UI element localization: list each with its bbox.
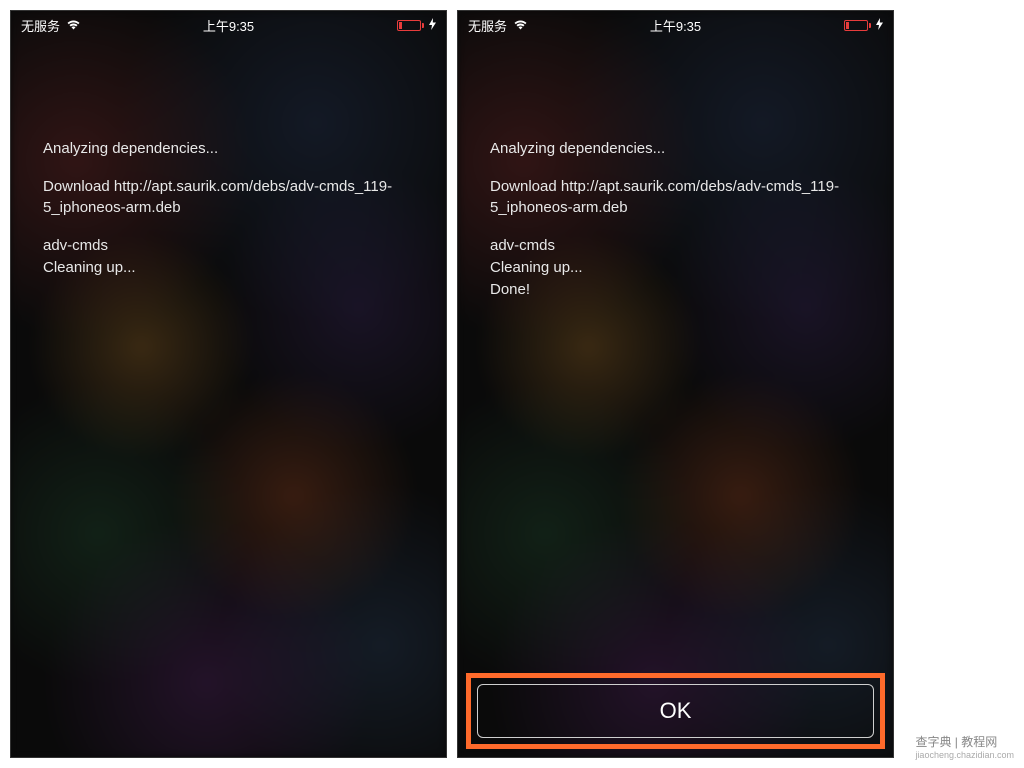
ok-button[interactable]: OK	[477, 684, 874, 738]
status-bar: 无服务 上午9:35	[458, 11, 893, 39]
wifi-icon	[513, 18, 528, 33]
carrier-label: 无服务	[468, 16, 507, 35]
battery-low-icon	[844, 20, 871, 31]
carrier-label: 无服务	[21, 16, 60, 35]
console-line: Cleaning up...	[43, 258, 414, 278]
console-line: Download http://apt.saurik.com/debs/adv-…	[490, 177, 861, 218]
battery-low-icon	[397, 20, 424, 31]
ok-button-highlight: OK	[466, 673, 885, 749]
phone-screen-right: 无服务 上午9:35 Analyzing dependencies... Dow…	[457, 10, 894, 758]
console-output: Analyzing dependencies... Download http:…	[11, 39, 446, 278]
status-time: 上午9:35	[203, 16, 254, 35]
console-line: adv-cmds	[490, 236, 861, 256]
status-left: 无服务	[468, 16, 528, 35]
console-output: Analyzing dependencies... Download http:…	[458, 39, 893, 301]
status-left: 无服务	[21, 16, 81, 35]
charging-icon	[429, 18, 436, 33]
console-line: Cleaning up...	[490, 258, 861, 278]
wifi-icon	[66, 18, 81, 33]
status-bar: 无服务 上午9:35	[11, 11, 446, 39]
charging-icon	[876, 18, 883, 33]
console-line: Analyzing dependencies...	[490, 139, 861, 159]
console-line: Download http://apt.saurik.com/debs/adv-…	[43, 177, 414, 218]
watermark: 查字典 | 教程网 jiaocheng.chazidian.com	[911, 731, 1018, 762]
watermark-text: 查字典 | 教程网	[915, 735, 997, 749]
console-line: Analyzing dependencies...	[43, 139, 414, 159]
status-time: 上午9:35	[650, 16, 701, 35]
status-right	[844, 18, 883, 33]
console-line: adv-cmds	[43, 236, 414, 256]
phone-screen-left: 无服务 上午9:35 Analyzing dependencies... Dow…	[10, 10, 447, 758]
watermark-sub: jiaocheng.chazidian.com	[915, 750, 1014, 760]
console-line: Done!	[490, 280, 861, 300]
status-right	[397, 18, 436, 33]
